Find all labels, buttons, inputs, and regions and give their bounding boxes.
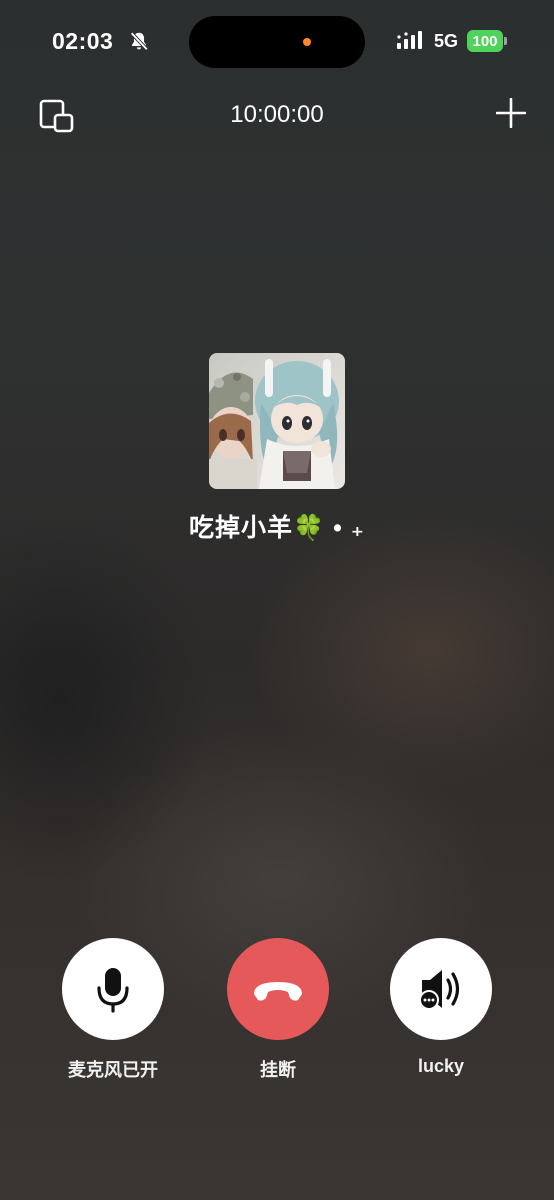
speaker-button[interactable]: [390, 938, 492, 1040]
status-time: 02:03: [52, 28, 114, 54]
microphone-label: 麦克风已开: [68, 1060, 158, 1080]
network-type: 5G: [434, 31, 459, 51]
hang-up-label: 挂断: [260, 1060, 296, 1080]
battery-level: 100: [472, 32, 498, 50]
speaker-icon: [419, 970, 460, 1010]
privacy-indicator-dot: [303, 38, 311, 46]
battery-tip: [504, 37, 507, 45]
hang-up-phone-icon: [254, 982, 302, 1001]
dynamic-island: [189, 16, 365, 68]
battery-icon: 100: [467, 30, 503, 52]
signal-icon: [397, 31, 422, 49]
microphone-button[interactable]: [62, 938, 164, 1040]
add-participant-icon[interactable]: [496, 98, 526, 128]
call-timer: 10:00:00: [230, 101, 324, 128]
hang-up-button[interactable]: [227, 938, 329, 1040]
contact-name: 吃掉小羊🍀 • ₊: [189, 514, 365, 542]
speaker-label: lucky: [417, 1056, 465, 1076]
contact-avatar: [209, 353, 345, 489]
microphone-icon: [97, 968, 129, 1013]
bell-off-icon: [130, 31, 149, 51]
call-screen: 02:03 5G 100 10:00:00 吃掉小羊🍀 • ₊ 麦克风已开 挂断…: [0, 0, 554, 1200]
